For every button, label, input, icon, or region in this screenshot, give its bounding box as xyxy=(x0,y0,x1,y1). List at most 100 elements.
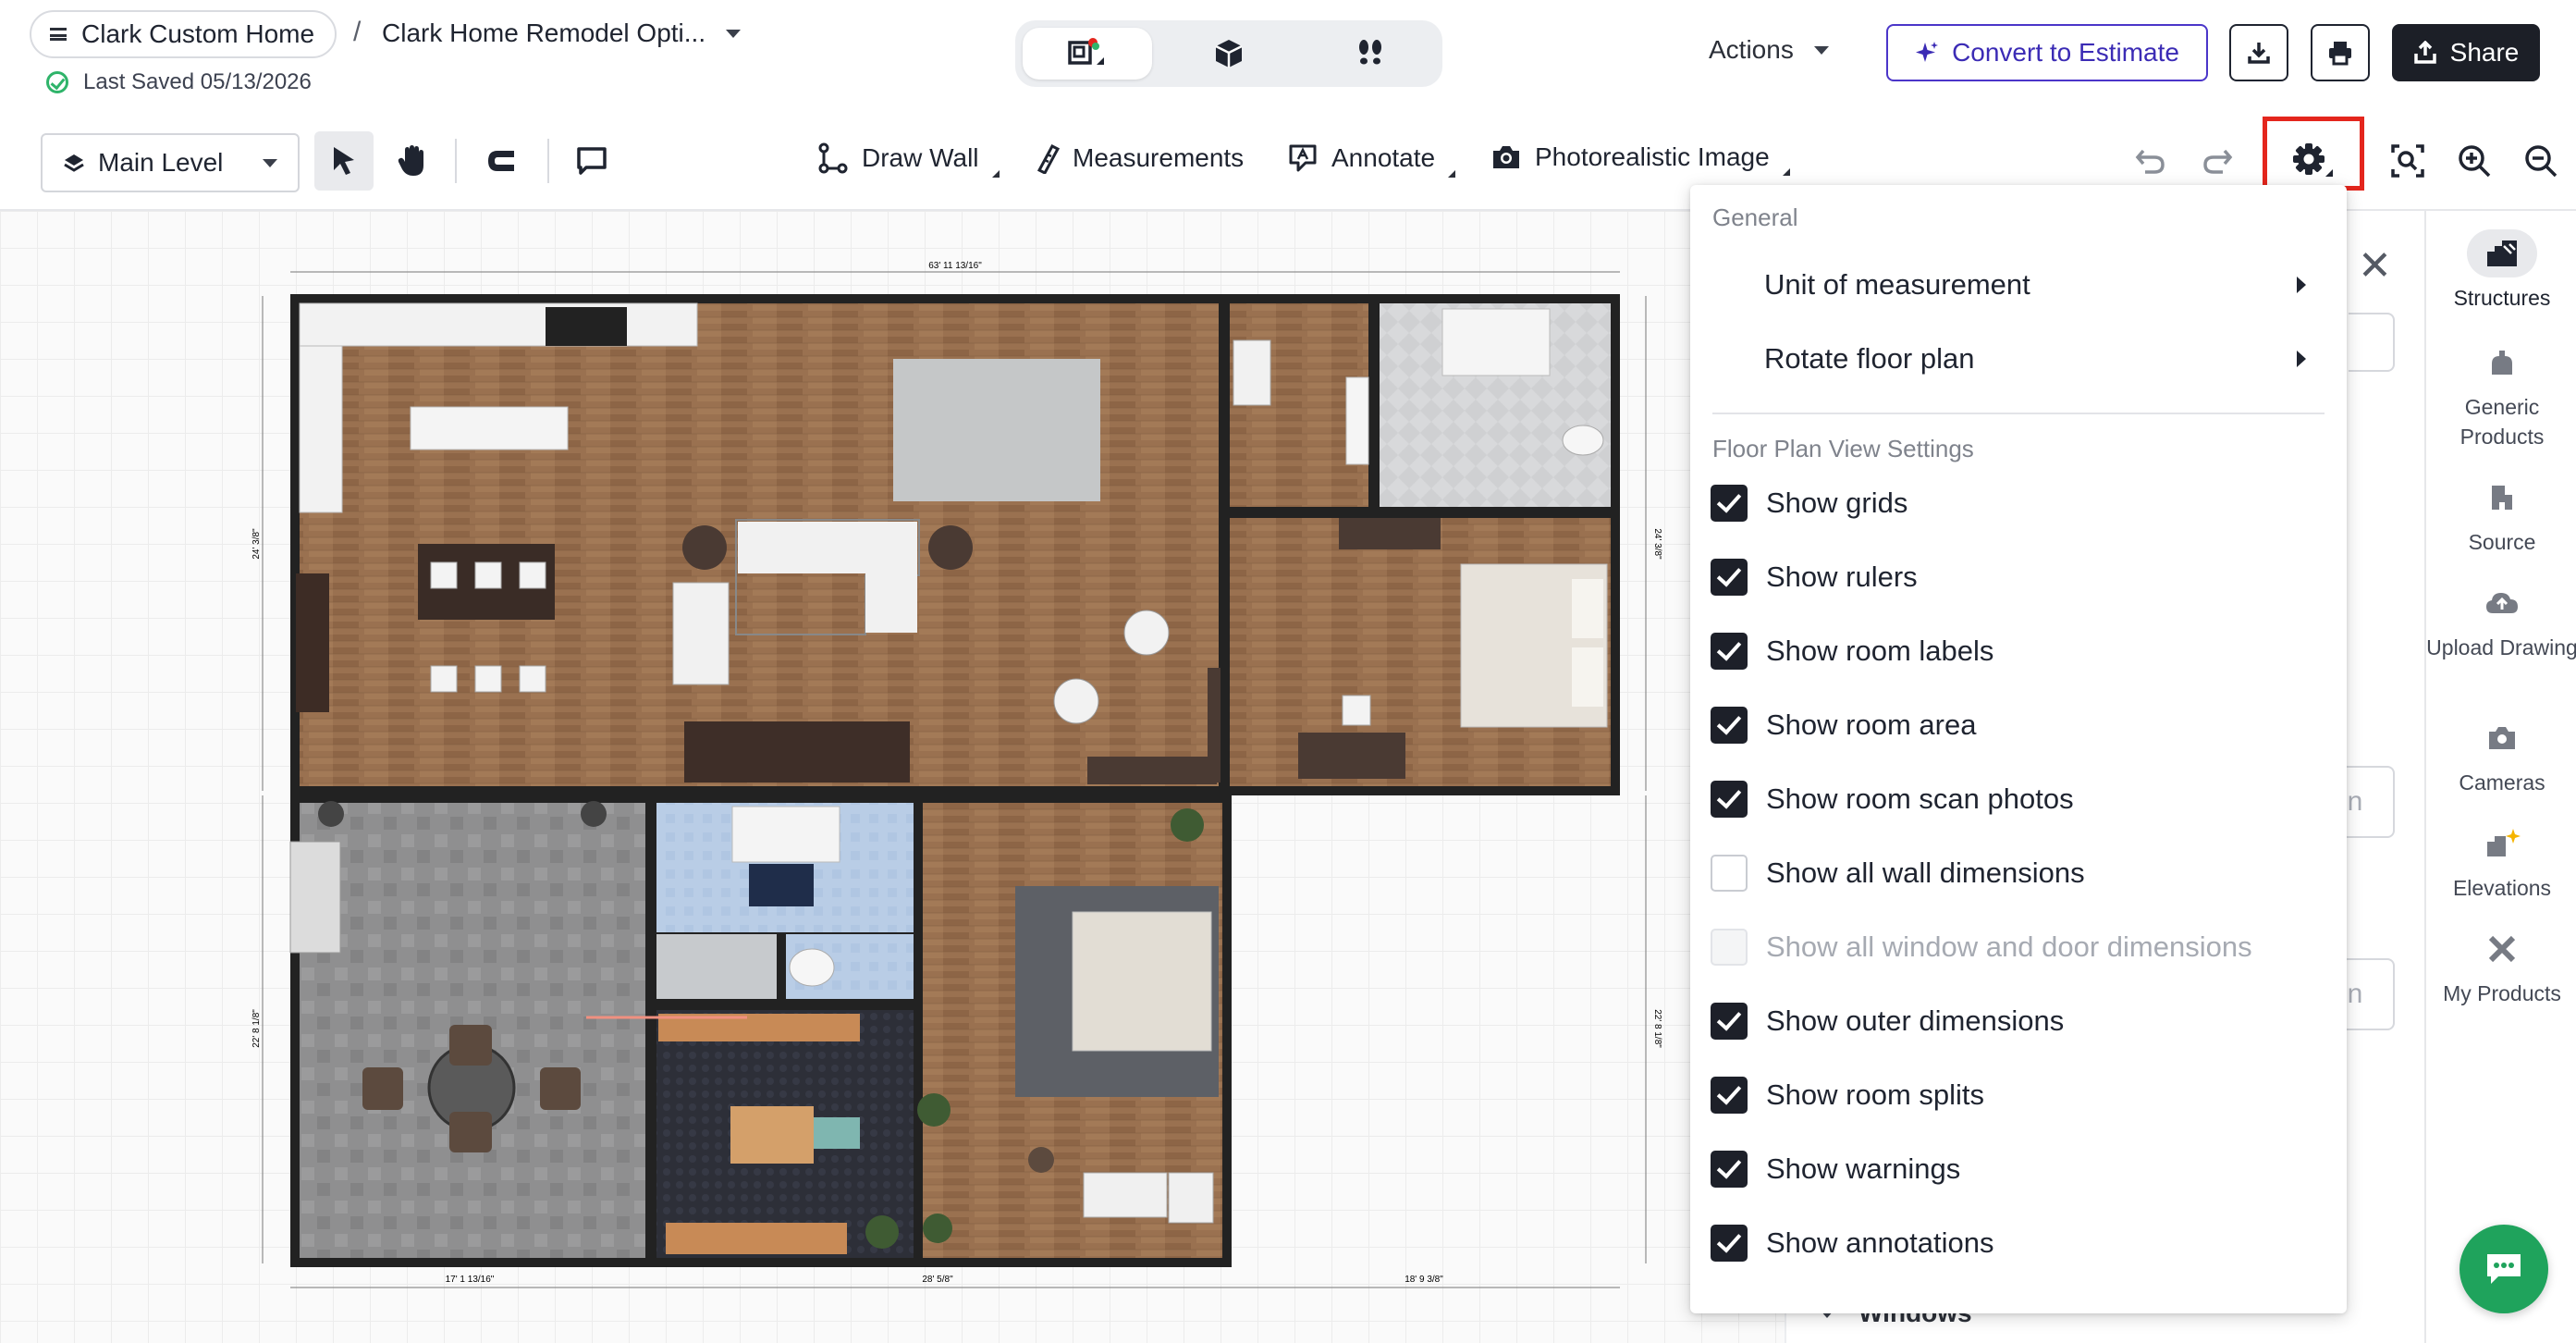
option-label: Show room scan photos xyxy=(1766,782,2074,815)
view-2d-button[interactable] xyxy=(1023,28,1152,80)
nav-generic-products[interactable]: Generic Products xyxy=(2426,339,2576,451)
submenu-indicator-icon xyxy=(991,170,1000,178)
save-status: Last Saved 05/13/2026 xyxy=(46,69,312,95)
annotate-tool[interactable]: Annotate xyxy=(1287,142,1456,178)
nav-source-label: Source xyxy=(2468,530,2536,554)
chat-button[interactable] xyxy=(2459,1225,2548,1313)
actions-menu[interactable]: Actions xyxy=(1709,35,1829,65)
chevron-down-icon xyxy=(726,29,742,38)
cube-icon xyxy=(1215,40,1243,68)
show-room-area-option[interactable]: Show room area xyxy=(1711,707,1976,744)
nav-my-products[interactable]: My Products xyxy=(2426,925,2576,1008)
source-icon xyxy=(2467,474,2537,522)
nav-my-products-label: My Products xyxy=(2443,981,2561,1005)
nav-cameras-label: Cameras xyxy=(2459,770,2545,795)
show-room-splits-option[interactable]: Show room splits xyxy=(1711,1077,1984,1114)
elevations-icon xyxy=(2467,819,2537,868)
view-3d-button[interactable] xyxy=(1164,28,1294,80)
option-label: Show rulers xyxy=(1766,561,1918,593)
option-label: Show grids xyxy=(1766,487,1908,519)
dimension-left-upper: 24' 3/8" xyxy=(251,528,262,560)
draw-wall-tool[interactable]: Draw Wall xyxy=(817,142,1000,178)
layers-icon xyxy=(64,154,84,172)
show-outer-dimensions-option[interactable]: Show outer dimensions xyxy=(1711,1003,2064,1040)
level-selector[interactable]: Main Level xyxy=(41,133,300,192)
rotate-floor-plan-item[interactable]: Rotate floor plan xyxy=(1764,342,2306,376)
upload-icon xyxy=(2467,579,2537,627)
measurements-tool[interactable]: Measurements xyxy=(1034,142,1244,174)
floor-plan-canvas[interactable]: 63' 11 13/16" 24' 3/8" 22' 8 1/8" 24' 3/… xyxy=(0,211,1817,1343)
checkbox[interactable] xyxy=(1711,1003,1748,1040)
general-heading: General xyxy=(1712,203,1798,231)
magnet-tool[interactable] xyxy=(472,131,531,191)
dimension-bottom-2: 28' 5/8" xyxy=(922,1275,953,1285)
submenu-indicator-icon xyxy=(1448,170,1456,178)
checkbox[interactable] xyxy=(1711,1151,1748,1188)
view-walkthrough-button[interactable] xyxy=(1306,28,1435,80)
nav-elevations[interactable]: Elevations xyxy=(2426,819,2576,903)
show-rulers-option[interactable]: Show rulers xyxy=(1711,559,1918,596)
pan-tool[interactable] xyxy=(383,131,442,191)
plan-selector[interactable]: Clark Home Remodel Opti... xyxy=(382,18,742,48)
option-label: Show outer dimensions xyxy=(1766,1004,2065,1037)
chat-icon xyxy=(2487,1254,2521,1284)
photorealistic-label: Photorealistic Image xyxy=(1535,142,1770,171)
chevron-right-icon xyxy=(2297,277,2306,293)
nav-structures-label: Structures xyxy=(2453,286,2551,310)
option-label: Show annotations xyxy=(1766,1226,1994,1259)
checkbox[interactable] xyxy=(1711,1077,1748,1114)
nav-cameras[interactable]: Cameras xyxy=(2426,714,2576,797)
hamburger-icon xyxy=(50,28,67,41)
checkbox[interactable] xyxy=(1711,633,1748,670)
option-label: Show warnings xyxy=(1766,1152,1961,1185)
convert-to-estimate-button[interactable]: Convert to Estimate xyxy=(1886,24,2208,81)
nav-source[interactable]: Source xyxy=(2426,474,2576,557)
view-mode-toggle xyxy=(1015,20,1442,87)
comment-tool[interactable] xyxy=(562,131,621,191)
show-all-wall-dimensions-option[interactable]: Show all wall dimensions xyxy=(1711,855,2085,892)
select-tool[interactable] xyxy=(314,131,374,191)
close-panel-icon[interactable]: ✕ xyxy=(2358,242,2392,290)
redo-button[interactable] xyxy=(2188,131,2247,191)
photorealistic-image-tool[interactable]: Photorealistic Image xyxy=(1490,142,1790,176)
option-label: Show all wall dimensions xyxy=(1766,856,2085,889)
dimension-bottom-1: 17' 1 13/16" xyxy=(446,1275,495,1285)
unit-of-measurement-item[interactable]: Unit of measurement xyxy=(1764,268,2306,302)
zoom-in-icon xyxy=(2459,145,2491,178)
checkbox[interactable] xyxy=(1711,707,1748,744)
project-menu-button[interactable]: Clark Custom Home xyxy=(30,10,337,58)
checkbox[interactable] xyxy=(1711,485,1748,522)
nav-upload-drawing[interactable]: Upload Drawing xyxy=(2426,579,2576,662)
show-room-scan-photos-option[interactable]: Show room scan photos xyxy=(1711,781,2074,818)
show-grids-option[interactable]: Show grids xyxy=(1711,485,1907,522)
checkbox[interactable] xyxy=(1711,559,1748,596)
show-annotations-option[interactable]: Show annotations xyxy=(1711,1225,1993,1262)
download-button[interactable] xyxy=(2229,24,2288,81)
camera-icon xyxy=(2467,714,2537,762)
nav-structures[interactable]: Structures xyxy=(2426,229,2576,313)
unit-of-measurement-label: Unit of measurement xyxy=(1764,268,2030,301)
zoom-out-button[interactable] xyxy=(2511,131,2570,191)
share-button[interactable]: Share xyxy=(2392,24,2540,81)
structures-icon xyxy=(2467,229,2537,277)
nav-generic-products-label: Generic Products xyxy=(2459,395,2545,449)
print-button[interactable] xyxy=(2311,24,2370,81)
zoom-fit-icon xyxy=(2391,144,2424,178)
show-room-labels-option[interactable]: Show room labels xyxy=(1711,633,1993,670)
show-warnings-option[interactable]: Show warnings xyxy=(1711,1151,1960,1188)
hand-icon xyxy=(398,145,423,176)
checkbox[interactable] xyxy=(1711,1225,1748,1262)
zoom-in-button[interactable] xyxy=(2445,131,2504,191)
submenu-indicator-icon xyxy=(1782,168,1790,176)
printer-icon xyxy=(2329,42,2351,66)
checkbox[interactable] xyxy=(1711,781,1748,818)
option-label: Show all window and door dimensions xyxy=(1766,930,2252,963)
undo-button[interactable] xyxy=(2121,131,2180,191)
draw-wall-icon xyxy=(818,142,848,174)
checkbox xyxy=(1711,929,1748,966)
shower[interactable] xyxy=(656,934,777,999)
panel-field[interactable] xyxy=(2349,313,2395,372)
checkbox[interactable] xyxy=(1711,855,1748,892)
share-icon xyxy=(2413,41,2436,64)
zoom-fit-button[interactable] xyxy=(2378,131,2437,191)
